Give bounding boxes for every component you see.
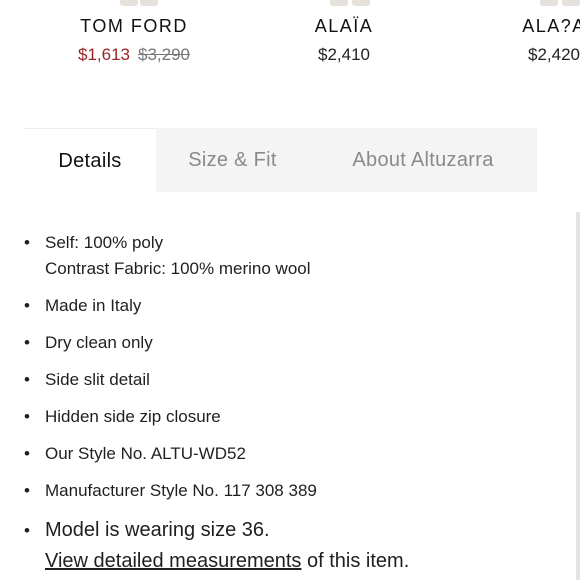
sale-price: $1,613 (78, 45, 130, 64)
product-brand: ALAÏA (314, 16, 374, 36)
bullet-icon: • (24, 370, 30, 389)
list-item-text: Side slit detail (45, 370, 150, 389)
price-row: $1,613 $3,290 (34, 45, 234, 65)
list-item: • Hidden side zip closure (24, 404, 564, 430)
original-price: $3,290 (138, 45, 190, 64)
tab-details[interactable]: Details (24, 128, 156, 193)
list-item: • Dry clean only (24, 330, 564, 356)
tab-about-designer[interactable]: About Altuzarra (309, 128, 537, 192)
bullet-icon: • (24, 444, 30, 463)
scrollbar[interactable] (576, 212, 580, 580)
list-item-text: Hidden side zip closure (45, 407, 221, 426)
product-price: $2,410 (318, 45, 370, 64)
list-item: • Self: 100% poly Contrast Fabric: 100% … (24, 230, 564, 282)
list-item-model-size: • Model is wearing size 36. View detaile… (24, 515, 564, 577)
price-row: $2,420 (454, 45, 580, 65)
list-item: • Side slit detail (24, 367, 564, 393)
list-item-text: Made in Italy (45, 296, 142, 315)
product-info-tabs: Details Size & Fit About Altuzarra (24, 128, 537, 193)
list-item-text: Our Style No. ALTU-WD52 (45, 444, 246, 463)
product-image-edge[interactable] (140, 0, 158, 6)
model-size-note: Model is wearing size 36. (45, 519, 270, 541)
product-image-edge[interactable] (330, 0, 348, 6)
view-measurements-link[interactable]: View detailed measurements (45, 550, 301, 572)
list-item-text: Dry clean only (45, 333, 153, 352)
price-row: $2,410 (244, 45, 444, 65)
list-item-text: Manufacturer Style No. 117 308 389 (45, 481, 317, 500)
product-brand: ALA?A (522, 16, 580, 36)
list-item: • Made in Italy (24, 293, 564, 319)
measurements-line: View detailed measurements of this item. (45, 546, 564, 577)
fabric-self: Self: 100% poly (45, 233, 164, 252)
product-image-edge[interactable] (120, 0, 138, 6)
product-price: $2,420 (528, 45, 580, 64)
details-list: • Self: 100% poly Contrast Fabric: 100% … (24, 230, 564, 588)
product-card[interactable]: TOM FORD $1,613 $3,290 (34, 16, 234, 65)
tab-size-fit[interactable]: Size & Fit (156, 128, 309, 192)
list-item: • Our Style No. ALTU-WD52 (24, 441, 564, 467)
product-image-edge[interactable] (562, 0, 580, 6)
product-image-edge[interactable] (352, 0, 370, 6)
bullet-icon: • (24, 407, 30, 426)
fabric-contrast: Contrast Fabric: 100% merino wool (45, 259, 311, 278)
product-brand: TOM FORD (80, 16, 188, 36)
product-card[interactable]: ALA?A $2,420 (454, 16, 580, 65)
product-image-edge[interactable] (540, 0, 558, 6)
measurements-suffix: of this item. (307, 550, 410, 572)
bullet-icon: • (24, 296, 30, 315)
bullet-icon: • (24, 521, 30, 540)
product-card[interactable]: ALAÏA $2,410 (244, 16, 444, 65)
list-item: • Manufacturer Style No. 117 308 389 (24, 478, 564, 504)
product-carousel: TOM FORD $1,613 $3,290 ALAÏA $2,410 ALA?A… (0, 0, 580, 100)
bullet-icon: • (24, 481, 30, 500)
bullet-icon: • (24, 333, 30, 352)
bullet-icon: • (24, 233, 30, 252)
